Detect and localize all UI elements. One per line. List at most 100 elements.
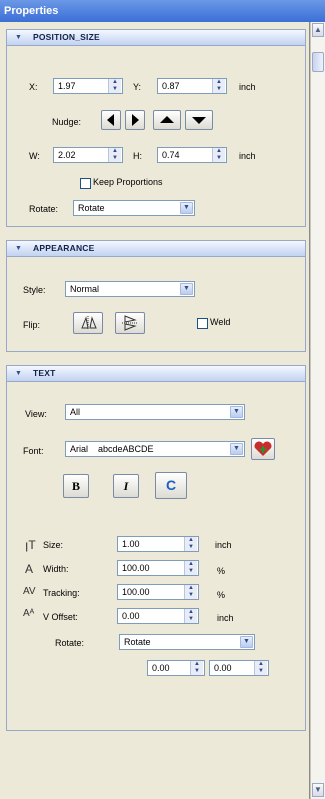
bold-label: B <box>71 479 80 493</box>
text-rotate-value: Rotate <box>124 637 151 647</box>
appearance-header[interactable]: ▼ APPEARANCE <box>7 241 305 257</box>
rotation-b-spinner-icon[interactable]: ▲ ▼ <box>254 661 267 675</box>
h-label: H: <box>133 151 142 161</box>
y-value: 0.87 <box>162 81 180 91</box>
nudge-right-button[interactable] <box>125 110 145 130</box>
chevron-down-icon[interactable]: ▼ <box>240 636 253 648</box>
view-value: All <box>70 407 81 417</box>
collapse-triangle-icon[interactable]: ▼ <box>15 366 22 381</box>
tracking-value: 100.00 <box>122 587 150 597</box>
rotate-value: Rotate <box>78 203 105 213</box>
w-field[interactable]: 2.02 ▲ ▼ <box>53 147 123 163</box>
font-value: Arial abcdeABCDE <box>70 444 154 454</box>
nudge-label: Nudge: <box>52 117 82 127</box>
rotate-label: Rotate: <box>29 204 59 214</box>
text-rotate-label: Rotate: <box>55 638 85 648</box>
position-size-header[interactable]: ▼ POSITION_SIZE <box>7 30 305 46</box>
h-value: 0.74 <box>162 150 180 160</box>
text-header[interactable]: ▼ TEXT <box>7 366 305 382</box>
width-unit: % <box>217 566 226 576</box>
view-label: View: <box>25 409 47 419</box>
reset-label: C <box>165 477 177 493</box>
appearance-section: ▼ APPEARANCE Style: Normal ▼ Flip: Weld <box>6 240 306 352</box>
reset-text-button[interactable]: C <box>155 472 187 499</box>
voffset-spinner-icon[interactable]: ▲ ▼ <box>184 609 197 623</box>
bold-button[interactable]: B <box>63 474 89 498</box>
rotate-select[interactable]: Rotate ▼ <box>73 200 195 216</box>
chevron-down-icon[interactable]: ▼ <box>230 406 243 418</box>
nudge-up-button[interactable] <box>153 110 181 130</box>
font-select[interactable]: Arial abcdeABCDE ▼ <box>65 441 245 457</box>
position-size-title: POSITION_SIZE <box>33 32 100 42</box>
view-select[interactable]: All ▼ <box>65 404 245 420</box>
tracking-label: Tracking: <box>43 588 80 598</box>
text-rotate-select[interactable]: Rotate ▼ <box>119 634 255 650</box>
rotation-a-field[interactable]: 0.00 ▲ ▼ <box>147 660 205 676</box>
style-value: Normal <box>70 284 100 294</box>
tracking-unit: % <box>217 590 226 600</box>
y-field[interactable]: 0.87 ▲ ▼ <box>157 78 227 94</box>
width-spinner-icon[interactable]: ▲ ▼ <box>184 561 197 575</box>
size-unit: inch <box>239 151 256 161</box>
x-spinner-icon[interactable]: ▲ ▼ <box>108 79 121 93</box>
weld-label: Weld <box>210 317 231 327</box>
weld-checkbox[interactable] <box>197 318 208 329</box>
arrow-down-icon <box>192 117 206 124</box>
flip-horizontal-button[interactable] <box>73 312 103 334</box>
y-label: Y: <box>133 82 142 92</box>
voffset-field[interactable]: 0.00 ▲ ▼ <box>117 608 199 624</box>
position-unit: inch <box>239 82 256 92</box>
rotation-a-spinner-icon[interactable]: ▲ ▼ <box>190 661 203 675</box>
font-label: Font: <box>23 446 44 456</box>
italic-label: I <box>123 479 129 493</box>
chevron-down-icon[interactable]: ▼ <box>180 202 193 214</box>
flip-vertical-icon <box>122 315 138 331</box>
h-spinner-icon[interactable]: ▲ ▼ <box>212 148 225 162</box>
flip-label: Flip: <box>23 320 41 330</box>
appearance-title: APPEARANCE <box>33 243 95 253</box>
keep-proportions-checkbox[interactable] <box>80 178 91 189</box>
w-value: 2.02 <box>58 150 76 160</box>
nudge-down-button[interactable] <box>185 110 213 130</box>
h-field[interactable]: 0.74 ▲ ▼ <box>157 147 227 163</box>
w-spinner-icon[interactable]: ▲ ▼ <box>108 148 121 162</box>
panel-title-bar: Properties <box>0 0 325 22</box>
heart-plus-icon <box>254 441 272 456</box>
tracking-field[interactable]: 100.00 ▲ ▼ <box>117 584 199 600</box>
text-width-icon: A <box>25 562 34 576</box>
chevron-down-icon[interactable]: ▼ <box>180 283 193 295</box>
size-spinner-icon[interactable]: ▲ ▼ <box>184 537 197 551</box>
width-label: Width: <box>43 564 69 574</box>
chevron-down-icon[interactable]: ▼ <box>230 443 243 455</box>
style-label: Style: <box>23 285 46 295</box>
y-spinner-icon[interactable]: ▲ ▼ <box>212 79 225 93</box>
scroll-up-icon[interactable]: ▲ <box>312 23 324 37</box>
x-field[interactable]: 1.97 ▲ ▼ <box>53 78 123 94</box>
size-unit: inch <box>215 540 232 550</box>
width-field[interactable]: 100.00 ▲ ▼ <box>117 560 199 576</box>
keep-proportions-label: Keep Proportions <box>93 177 163 187</box>
vertical-scrollbar[interactable]: ▲ ▼ <box>310 22 325 799</box>
x-value: 1.97 <box>58 81 76 91</box>
vertical-offset-icon: Aᴬ <box>23 608 35 619</box>
tracking-icon: AV <box>23 586 36 597</box>
size-field[interactable]: 1.00 ▲ ▼ <box>117 536 199 552</box>
favorite-font-button[interactable] <box>251 438 275 460</box>
italic-button[interactable]: I <box>113 474 139 498</box>
w-label: W: <box>29 151 40 161</box>
scroll-thumb[interactable] <box>312 52 324 72</box>
nudge-left-button[interactable] <box>101 110 121 130</box>
rotation-b-field[interactable]: 0.00 ▲ ▼ <box>209 660 269 676</box>
flip-vertical-button[interactable] <box>115 312 145 334</box>
properties-panel: ▼ POSITION_SIZE X: 1.97 ▲ ▼ Y: 0.87 ▲ ▼ in… <box>0 22 310 799</box>
collapse-triangle-icon[interactable]: ▼ <box>15 30 22 45</box>
text-title: TEXT <box>33 368 56 378</box>
size-label: Size: <box>43 540 64 550</box>
voffset-value: 0.00 <box>122 611 140 621</box>
font-size-icon: ꞁT <box>25 538 36 552</box>
size-value: 1.00 <box>122 539 140 549</box>
tracking-spinner-icon[interactable]: ▲ ▼ <box>184 585 197 599</box>
scroll-down-icon[interactable]: ▼ <box>312 783 324 797</box>
collapse-triangle-icon[interactable]: ▼ <box>15 241 22 256</box>
style-select[interactable]: Normal ▼ <box>65 281 195 297</box>
